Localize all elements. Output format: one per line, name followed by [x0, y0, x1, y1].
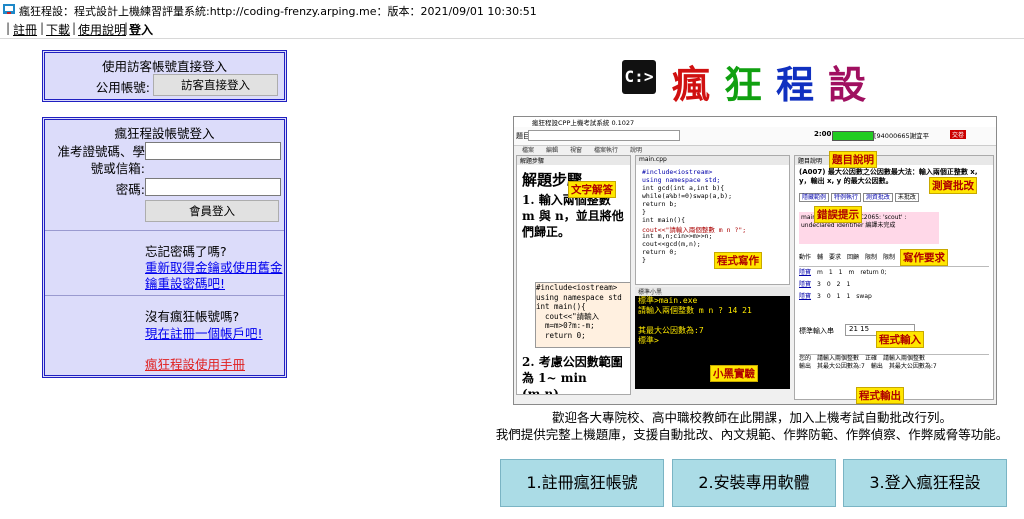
- window-title: 瘋狂程設：程式設計上機練習評量系統:http://coding-frenzy.a…: [19, 5, 537, 18]
- preview-window-title: 瘋狂程設CPP上機考試系統 0.1027: [514, 117, 996, 127]
- brand-char-4: 設: [828, 62, 881, 107]
- divider: [45, 230, 284, 231]
- preview-field: [528, 130, 680, 141]
- password-label: 密碼:: [115, 182, 145, 197]
- preview-step2: 2. 考慮公因數範圍為 1~ min (m,n)。: [522, 355, 623, 395]
- preview-code-line: using namespace std;: [642, 176, 721, 184]
- guest-login-panel: 使用訪客帳號直接登入 公用帳號: 訪客直接登入: [42, 50, 287, 102]
- preview-input-label: 標準輸入串: [799, 327, 834, 335]
- preview-user: [94000665謝宜平: [874, 132, 930, 140]
- preview-code-line: return b;: [642, 200, 678, 208]
- preview-menu: 檔案 編輯 視窗 檔案執行 說明: [522, 147, 643, 154]
- preview-code-pane: main.cpp #include<iostream> using namesp…: [635, 155, 790, 285]
- preview-code-line: int m,n;cin>>m>>n;: [642, 232, 713, 240]
- preview-console-line: 標準>: [638, 336, 659, 345]
- menu-manual[interactable]: 使用說明: [78, 21, 126, 38]
- id-label-line2: 號或信箱:: [90, 161, 145, 176]
- guest-account-label: 公用帳號:: [95, 80, 150, 95]
- menu-separator: |: [6, 21, 11, 35]
- window-titlebar: 瘋狂程設：程式設計上機練習評量系統:http://coding-frenzy.a…: [0, 0, 1024, 20]
- preview-tag-input: 程式輸入: [876, 331, 924, 348]
- preview-code-line: }: [642, 208, 646, 216]
- preview-toolbar: 題目 2:00 [94000665謝宜平 交卷: [514, 127, 996, 146]
- welcome-line1: 歡迎各大專院校、高中職校教師在此開課，加入上機考試自動批改行列。: [551, 410, 952, 425]
- member-login-button[interactable]: 會員登入: [145, 200, 279, 222]
- divider: [45, 295, 284, 296]
- preview-code-line: }: [642, 256, 646, 264]
- preview-steps-tab: 解題步驟: [517, 156, 630, 165]
- preview-progress: [832, 131, 874, 141]
- preview-console-tab: 標準小黑: [635, 287, 790, 296]
- welcome-line2: 我們提供完整上機題庫，支援自動批改、內文規範、作弊防範、作弊偵察、作弊威脅等功能…: [495, 427, 1009, 442]
- preview-code-line: int gcd(int a,int b){: [642, 184, 725, 192]
- menu-separator: |: [40, 21, 45, 35]
- preview-tag-output: 程式輸出: [856, 387, 904, 404]
- install-software-button[interactable]: 2.安裝專用軟體: [672, 459, 836, 507]
- brand-logo-icon: C:>: [622, 60, 656, 94]
- password-input[interactable]: [145, 178, 281, 196]
- guest-login-title: 使用訪客帳號直接登入: [101, 59, 227, 74]
- brand-char-3: 程: [776, 62, 829, 107]
- brand-title: 瘋狂程設: [672, 54, 880, 109]
- guest-login-button[interactable]: 訪客直接登入: [153, 74, 278, 96]
- preview-code-line: #include<iostream>: [642, 168, 713, 176]
- login-button[interactable]: 3.登入瘋狂程設: [843, 459, 1007, 507]
- preview-tag-error: 錯誤提示: [814, 206, 862, 223]
- preview-requirement-table: 動作 輔 要求 回顧 限制 限制 寫作 隱寶 m 1 1 m return 0;…: [799, 252, 989, 312]
- menu-download[interactable]: 下載: [46, 21, 70, 38]
- menu-login[interactable]: 登入: [129, 21, 153, 38]
- preview-problem-buttons: 隱藏範例 特例執行 測資批改 未批改: [799, 192, 919, 202]
- preview-tag-test: 測資批改: [929, 177, 977, 194]
- preview-code-line: return 0;: [642, 248, 678, 256]
- preview-problem-tab: 題目說明: [795, 156, 993, 165]
- preview-step1-code: #include<iostream> using namespace std int…: [535, 282, 630, 348]
- preview-console-line: 請輸入兩個整數 m n ? 14 21: [638, 306, 752, 315]
- menu-separator: |: [124, 21, 129, 35]
- preview-console-line: 標準>main.exe: [638, 296, 698, 305]
- preview-step1: 1. 輸入兩個整數 m 與 n，並且將他們歸正。: [522, 193, 624, 239]
- preview-code-line: while(a%b!=0)swap(a,b);: [642, 192, 733, 200]
- brand-char-2: 狂: [724, 62, 777, 107]
- menu-register[interactable]: 註冊: [13, 21, 37, 38]
- user-manual-link[interactable]: 瘋狂程設使用手冊: [145, 354, 245, 373]
- id-input[interactable]: [145, 142, 281, 160]
- preview-tag-code-write: 程式寫作: [714, 252, 762, 269]
- register-account-button[interactable]: 1.註冊瘋狂帳號: [500, 459, 664, 507]
- member-login-panel: 瘋狂程設帳號登入 准考證號碼、學 號或信箱: 密碼: 會員登入 忘記密碼了嗎? …: [42, 117, 287, 378]
- preview-badge: 交卷: [950, 130, 967, 139]
- preview-code-line: cout<<gcd(m,n);: [642, 240, 701, 248]
- preview-console-line: [638, 316, 790, 326]
- app-logo-icon: [3, 4, 15, 14]
- preview-tag-text-explain: 文字解答: [568, 181, 616, 198]
- preview-code-line: int main(){: [642, 216, 686, 224]
- preview-tag-problem: 題目說明: [829, 151, 877, 168]
- member-login-title: 瘋狂程設帳號登入: [114, 126, 215, 141]
- menu-bar: | 註冊 | 下載 | 使用說明 | 登入: [0, 20, 1024, 39]
- reset-password-link-line2[interactable]: 鑰重設密碼吧!: [145, 273, 225, 292]
- preview-tag-requirement: 寫作要求: [900, 249, 948, 266]
- welcome-text: 歡迎各大專院校、高中職校教師在此開課，加入上機考試自動批改行列。 我們提供完整上…: [480, 409, 1024, 443]
- preview-tag-console: 小黑實驗: [710, 365, 758, 382]
- register-link[interactable]: 現在註冊一個帳戶吧!: [145, 323, 263, 342]
- preview-console-line: 其最大公因數為:7: [638, 326, 704, 335]
- menu-separator: |: [72, 21, 77, 35]
- brand-char-1: 瘋: [672, 62, 725, 107]
- preview-time: 2:00: [814, 130, 832, 138]
- app-preview-screenshot: 瘋狂程設CPP上機考試系統 0.1027 題目 2:00 [94000665謝宜…: [513, 116, 997, 405]
- preview-code-tab: main.cpp: [636, 156, 789, 165]
